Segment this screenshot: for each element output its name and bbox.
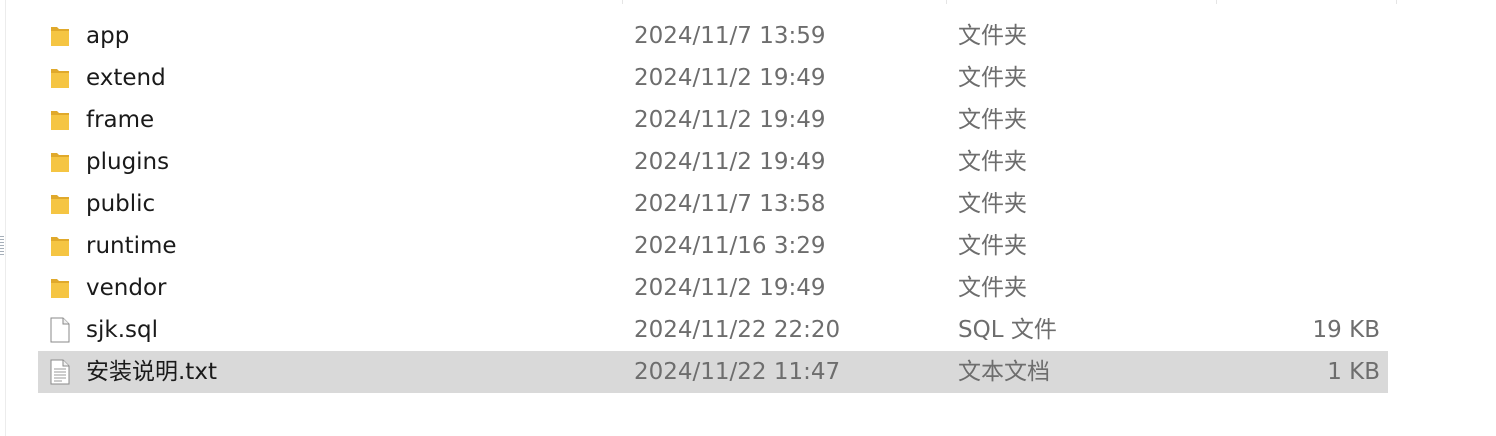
folder-icon (50, 67, 70, 89)
folder-icon (50, 109, 70, 131)
file-date-modified: 2024/11/22 22:20 (634, 317, 841, 343)
file-date-modified: 2024/11/22 11:47 (634, 359, 841, 385)
pane-splitter-handle[interactable] (0, 236, 4, 256)
file-row[interactable]: plugins 2024/11/2 19:49 文件夹 (38, 141, 1388, 183)
file-date-modified: 2024/11/2 19:49 (634, 149, 826, 175)
file-row[interactable]: sjk.sql 2024/11/22 22:20 SQL 文件 19 KB (38, 309, 1388, 351)
folder-icon (50, 25, 70, 47)
file-type: 文本文档 (958, 359, 1050, 385)
file-type: 文件夹 (958, 65, 1027, 91)
file-name: frame (86, 107, 155, 133)
file-name: extend (86, 65, 166, 91)
folder-icon (50, 235, 70, 257)
column-divider-date[interactable] (622, 0, 623, 4)
file-name: sjk.sql (86, 317, 158, 343)
folder-icon (50, 193, 70, 215)
file-row[interactable]: app 2024/11/7 13:59 文件夹 (38, 15, 1388, 57)
file-type: 文件夹 (958, 233, 1027, 259)
navigation-pane-edge (0, 0, 6, 436)
file-row[interactable]: extend 2024/11/2 19:49 文件夹 (38, 57, 1388, 99)
file-date-modified: 2024/11/2 19:49 (634, 65, 826, 91)
file-date-modified: 2024/11/16 3:29 (634, 233, 826, 259)
file-type: 文件夹 (958, 275, 1027, 301)
file-type: 文件夹 (958, 149, 1027, 175)
file-name: vendor (86, 275, 167, 301)
text-file-icon (50, 359, 70, 385)
file-type: 文件夹 (958, 23, 1027, 49)
column-divider-end[interactable] (1396, 0, 1397, 4)
file-row[interactable]: vendor 2024/11/2 19:49 文件夹 (38, 267, 1388, 309)
file-type: 文件夹 (958, 107, 1027, 133)
file-row[interactable]: public 2024/11/7 13:58 文件夹 (38, 183, 1388, 225)
file-name: runtime (86, 233, 177, 259)
file-row-selected[interactable]: 安装说明.txt 2024/11/22 11:47 文本文档 1 KB (38, 351, 1388, 393)
file-size: 1 KB (1327, 359, 1380, 385)
file-date-modified: 2024/11/7 13:58 (634, 191, 826, 217)
file-date-modified: 2024/11/2 19:49 (634, 107, 826, 133)
file-row[interactable]: frame 2024/11/2 19:49 文件夹 (38, 99, 1388, 141)
file-type: 文件夹 (958, 191, 1027, 217)
file-type: SQL 文件 (958, 317, 1057, 343)
file-name: 安装说明.txt (86, 359, 217, 385)
file-row[interactable]: runtime 2024/11/16 3:29 文件夹 (38, 225, 1388, 267)
column-divider-size[interactable] (1216, 0, 1217, 4)
file-date-modified: 2024/11/7 13:59 (634, 23, 826, 49)
file-name: plugins (86, 149, 170, 175)
file-size: 19 KB (1312, 317, 1380, 343)
file-icon (50, 317, 70, 343)
folder-icon (50, 277, 70, 299)
file-name: app (86, 23, 130, 49)
folder-icon (50, 151, 70, 173)
file-name: public (86, 191, 156, 217)
column-divider-type[interactable] (946, 0, 947, 4)
file-date-modified: 2024/11/2 19:49 (634, 275, 826, 301)
